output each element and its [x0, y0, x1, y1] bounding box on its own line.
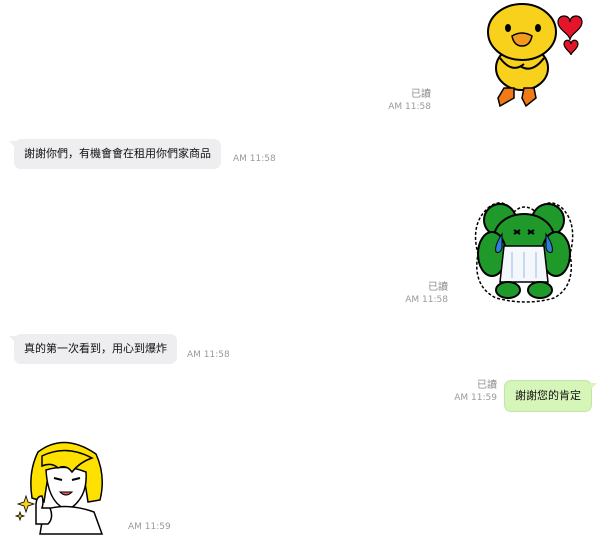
girl-thumbs-up-sticker-icon: [14, 441, 104, 535]
sticker-green-frog-crying[interactable]: [466, 194, 582, 306]
timestamp: AM 11:58: [405, 295, 448, 305]
message-meta: 已讀 AM 11:58: [380, 89, 431, 113]
timestamp: AM 11:59: [128, 522, 171, 532]
read-receipt: 已讀: [411, 89, 431, 100]
sticker-duck-hearts[interactable]: [478, 2, 583, 110]
read-receipt: 已讀: [477, 380, 497, 391]
timestamp: AM 11:58: [388, 102, 431, 112]
timestamp: AM 11:58: [187, 350, 230, 360]
timestamp: AM 11:59: [454, 393, 497, 403]
message-bubble-outgoing[interactable]: 謝謝您的肯定: [504, 380, 597, 412]
sticker-girl-thumbs-up[interactable]: [14, 436, 114, 536]
chat-message-list[interactable]: 已讀 AM 11:58 謝謝你們，有機會會在租用你們家商品 AM 11:58 已…: [0, 0, 600, 544]
message-bubble-incoming[interactable]: 真的第一次看到，用心到爆炸: [9, 334, 177, 364]
message-meta: 已讀 AM 11:58: [397, 282, 448, 306]
message-bubble-incoming[interactable]: 謝謝你們，有機會會在租用你們家商品: [9, 139, 221, 169]
read-receipt: 已讀: [428, 282, 448, 293]
green-frog-crying-sticker-icon: [474, 202, 574, 303]
timestamp: AM 11:58: [233, 154, 276, 164]
duck-hearts-sticker-icon: [487, 3, 583, 108]
message-meta: 已讀 AM 11:59: [446, 380, 497, 404]
